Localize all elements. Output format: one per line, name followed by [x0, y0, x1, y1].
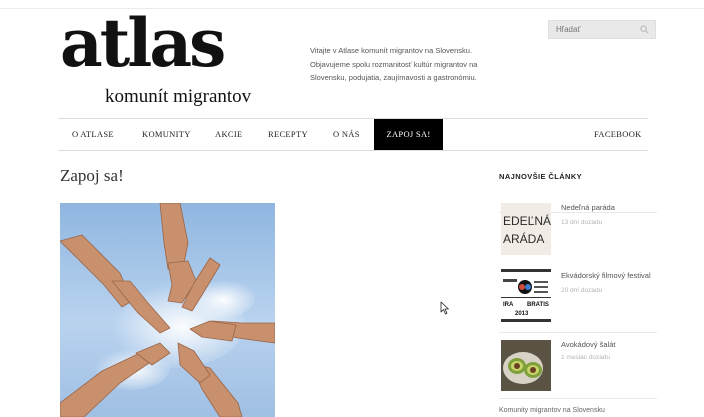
article-thumbnail[interactable]	[501, 340, 551, 391]
article-date: 20 dní dozadu	[561, 287, 603, 294]
article-title[interactable]: Ekvádorský filmový festival	[561, 271, 651, 280]
divider	[499, 332, 657, 333]
svg-text:2013: 2013	[515, 311, 529, 317]
page-title: Zapoj sa!	[60, 166, 124, 185]
article-item[interactable]: IRA BRATIS 2013 Ekvádorský filmový festi…	[499, 269, 657, 325]
svg-text:ARÁDA: ARÁDA	[503, 231, 544, 246]
logo-subtitle: komunít migrantov	[105, 86, 252, 107]
svg-text:BRATIS: BRATIS	[527, 302, 549, 308]
nav-item-recepty[interactable]: RECEPTY	[268, 119, 308, 150]
nav-item-o-nas[interactable]: O NÁS	[333, 119, 360, 150]
sidebar-footer-link[interactable]: Komunity migrantov na Slovensku	[499, 407, 605, 414]
page: atlas komunít migrantov Vitajte v Atlase…	[0, 0, 704, 417]
divider	[499, 212, 657, 213]
divider	[499, 398, 657, 399]
nav-item-zapoj-sa[interactable]: ZAPOJ SA!	[374, 119, 443, 150]
article-date: 13 dní dozadu	[561, 219, 603, 226]
logo-wordmark: atlas	[60, 4, 226, 82]
hero-image-hands-star	[60, 203, 275, 417]
article-thumbnail[interactable]: IRA BRATIS 2013	[501, 269, 551, 324]
article-item[interactable]: Avokádový šalát 1 mesiac dozadu	[499, 340, 657, 395]
article-date: 1 mesiac dozadu	[561, 354, 611, 361]
article-title[interactable]: Avokádový šalát	[561, 340, 615, 349]
nav-item-o-atlase[interactable]: O ATLASE	[72, 119, 114, 150]
article-thumbnail[interactable]: EDEĽNÁ ARÁDA	[501, 203, 551, 255]
main-nav: O ATLASE KOMUNITY AKCIE RECEPTY O NÁS ZA…	[58, 118, 648, 151]
nav-item-akcie[interactable]: AKCIE	[215, 119, 242, 150]
nav-item-komunity[interactable]: KOMUNITY	[142, 119, 191, 150]
sidebar-title: NAJNOVŠIE ČLÁNKY	[499, 172, 583, 181]
search-box	[548, 20, 656, 39]
article-title[interactable]: Nedeľná paráda	[561, 203, 615, 212]
search-input[interactable]	[549, 21, 637, 38]
search-icon[interactable]	[640, 25, 649, 34]
mouse-cursor-icon	[440, 301, 449, 315]
site-intro: Vitajte v Atlase komunít migrantov na Sl…	[310, 46, 478, 82]
site-logo[interactable]: atlas komunít migrantov	[60, 10, 270, 113]
svg-text:IRA: IRA	[503, 302, 514, 308]
svg-text:EDEĽNÁ: EDEĽNÁ	[503, 213, 551, 228]
nav-item-facebook[interactable]: FACEBOOK	[594, 119, 642, 150]
